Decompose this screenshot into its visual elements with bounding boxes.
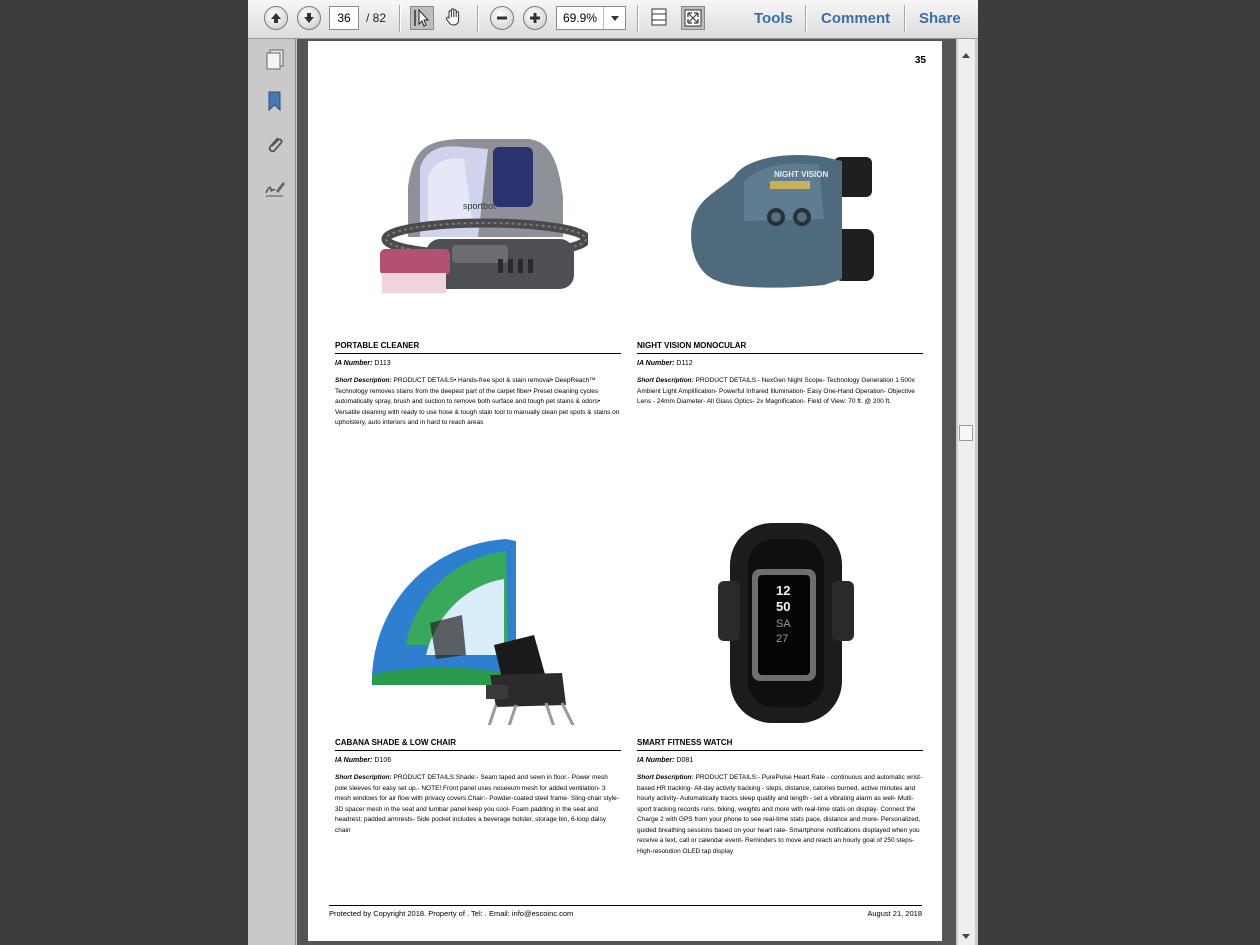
short-description: Short Description: PRODUCT DETAILS:- Pur… — [637, 773, 923, 857]
bookmarks-button[interactable] — [263, 89, 287, 113]
ia-number-value: D106 — [374, 757, 392, 764]
cursor-icon — [414, 8, 430, 27]
signature-pen-icon — [265, 182, 285, 197]
full-screen-button[interactable] — [681, 6, 705, 30]
footer-divider — [329, 905, 922, 906]
pdf-page: 35 sportbot PORTABLE CLEANER IA Number: … — [308, 41, 942, 941]
product-name: SMART FITNESS WATCH — [637, 738, 923, 751]
product-name: NIGHT VISION MONOCULAR — [637, 341, 923, 354]
ia-number-label: IA Number: — [335, 757, 373, 764]
short-description-label: Short Description: — [637, 377, 694, 384]
signatures-button[interactable] — [263, 176, 287, 200]
share-menu[interactable]: Share — [919, 8, 961, 30]
toolbar-divider — [805, 5, 806, 32]
toolbar-divider — [637, 5, 638, 32]
night-vision-monocular-image: NIGHT VISION — [674, 139, 894, 329]
scroll-down-button[interactable] — [960, 929, 972, 941]
toolbar: 36 / 82 69.9% Tools Comment Share — [248, 0, 978, 39]
page-total: / 82 — [366, 11, 387, 25]
footer-date: August 21, 2018 — [867, 909, 922, 918]
comment-menu[interactable]: Comment — [821, 8, 890, 30]
arrow-down-icon — [304, 13, 314, 23]
smart-fitness-watch-image: 12 50 SA 27 — [706, 521, 926, 723]
ia-number-label: IA Number: — [637, 360, 675, 367]
ia-number-value: D112 — [676, 360, 693, 367]
previous-page-button[interactable] — [264, 6, 288, 30]
pages-icon — [266, 49, 284, 70]
bookmark-icon — [268, 91, 281, 112]
ia-number-line: IA Number: D113 — [335, 360, 391, 367]
chevron-down-icon — [611, 15, 619, 21]
vertical-scrollbar[interactable] — [957, 39, 975, 945]
cabana-shade-chair-image — [366, 535, 586, 736]
footer-copyright: Protected by Copyright 2018. Property of… — [329, 909, 574, 918]
scrollbar-thumb[interactable] — [959, 425, 973, 441]
fit-width-button[interactable] — [648, 6, 672, 30]
product-name: CABANA SHADE & LOW CHAIR — [335, 738, 621, 751]
ia-number-line: IA Number: D081 — [637, 757, 693, 764]
portable-cleaner-image: sportbot — [368, 127, 591, 317]
hand-icon — [446, 8, 460, 26]
product-name: PORTABLE CLEANER — [335, 341, 621, 354]
short-description-label: Short Description: — [637, 774, 694, 781]
short-description-text: PRODUCT DETAILS:- PurePulse Heart Rate -… — [637, 774, 923, 855]
zoom-out-button[interactable] — [490, 6, 514, 30]
ia-number-line: IA Number: D112 — [637, 360, 693, 367]
paperclip-icon — [268, 137, 283, 153]
ia-number-label: IA Number: — [637, 757, 675, 764]
hand-tool-button[interactable] — [443, 6, 467, 30]
ia-number-value: D113 — [374, 360, 391, 367]
monocular-label-text: NIGHT VISION — [774, 170, 828, 179]
minus-icon — [497, 16, 507, 20]
short-description-label: Short Description: — [335, 774, 392, 781]
zoom-dropdown-button[interactable] — [603, 7, 626, 29]
document-area[interactable]: 35 sportbot PORTABLE CLEANER IA Number: … — [297, 39, 956, 945]
navigation-pane — [255, 39, 296, 945]
select-tool-button[interactable] — [410, 6, 434, 30]
watch-date: 27 — [776, 633, 788, 645]
short-description-text: PRODUCT DETAILS• Hands-free spot & stain… — [335, 377, 620, 426]
short-description: Short Description: PRODUCT DETAILS:Shade… — [335, 773, 621, 836]
short-description-text: PRODUCT DETAILS:Shade:- Seam taped and s… — [335, 774, 619, 834]
short-description: Short Description: PRODUCT DETAILS:- Nex… — [637, 376, 923, 408]
watch-time-minutes: 50 — [776, 599, 790, 614]
triangle-down-icon — [962, 934, 970, 939]
full-screen-icon — [684, 9, 702, 27]
toolbar-divider — [399, 5, 400, 32]
ia-number-line: IA Number: D106 — [335, 757, 391, 764]
page-number: 35 — [914, 55, 926, 66]
triangle-up-icon — [962, 53, 970, 58]
short-description: Short Description: PRODUCT DETAILS• Hand… — [335, 376, 621, 429]
zoom-in-button[interactable] — [523, 6, 547, 30]
pdf-viewer: 36 / 82 69.9% Tools Comment Share 35 spo… — [248, 0, 978, 945]
tools-menu[interactable]: Tools — [754, 8, 793, 30]
cleaner-brand-text: sportbot — [463, 201, 496, 211]
plus-icon — [530, 13, 540, 23]
ia-number-value: D081 — [676, 757, 694, 764]
short-description-label: Short Description: — [335, 377, 392, 384]
ia-number-label: IA Number: — [335, 360, 373, 367]
scroll-up-button[interactable] — [960, 49, 972, 61]
toolbar-divider — [904, 5, 905, 32]
watch-time-hours: 12 — [776, 583, 790, 598]
watch-day: SA — [776, 618, 791, 630]
attachments-button[interactable] — [263, 133, 287, 157]
arrow-up-icon — [271, 13, 281, 23]
next-page-button[interactable] — [297, 6, 321, 30]
fit-width-icon — [651, 8, 667, 26]
page-number-input[interactable]: 36 — [329, 6, 359, 30]
toolbar-divider — [477, 5, 478, 32]
page-thumbnails-button[interactable] — [263, 47, 287, 71]
